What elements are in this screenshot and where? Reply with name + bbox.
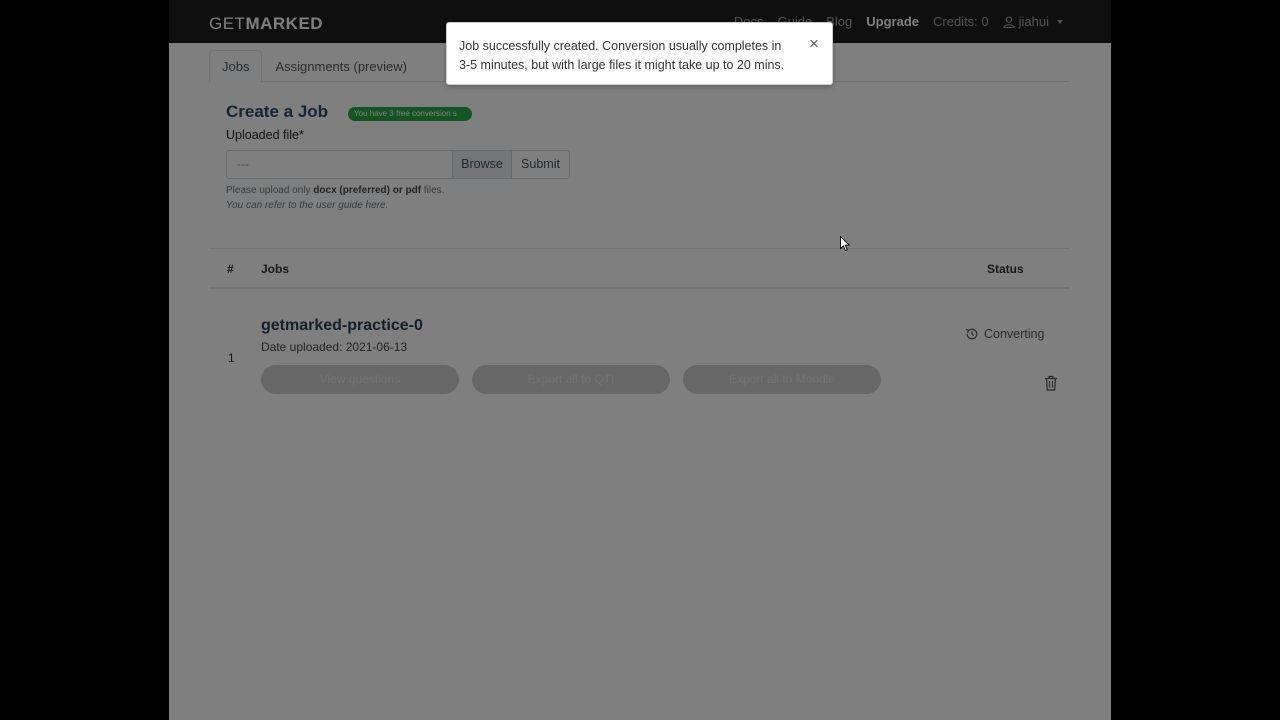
close-icon[interactable]: ×: [808, 35, 820, 52]
modal-backdrop[interactable]: [169, 0, 1111, 720]
toast-message: Job successfully created. Conversion usu…: [459, 39, 785, 72]
success-toast: Job successfully created. Conversion usu…: [446, 22, 833, 85]
page: GETMARKED Docs Guide Blog Upgrade Credit…: [169, 0, 1111, 720]
app-frame: GETMARKED Docs Guide Blog Upgrade Credit…: [0, 0, 1280, 720]
mouse-cursor-icon: [840, 236, 850, 252]
